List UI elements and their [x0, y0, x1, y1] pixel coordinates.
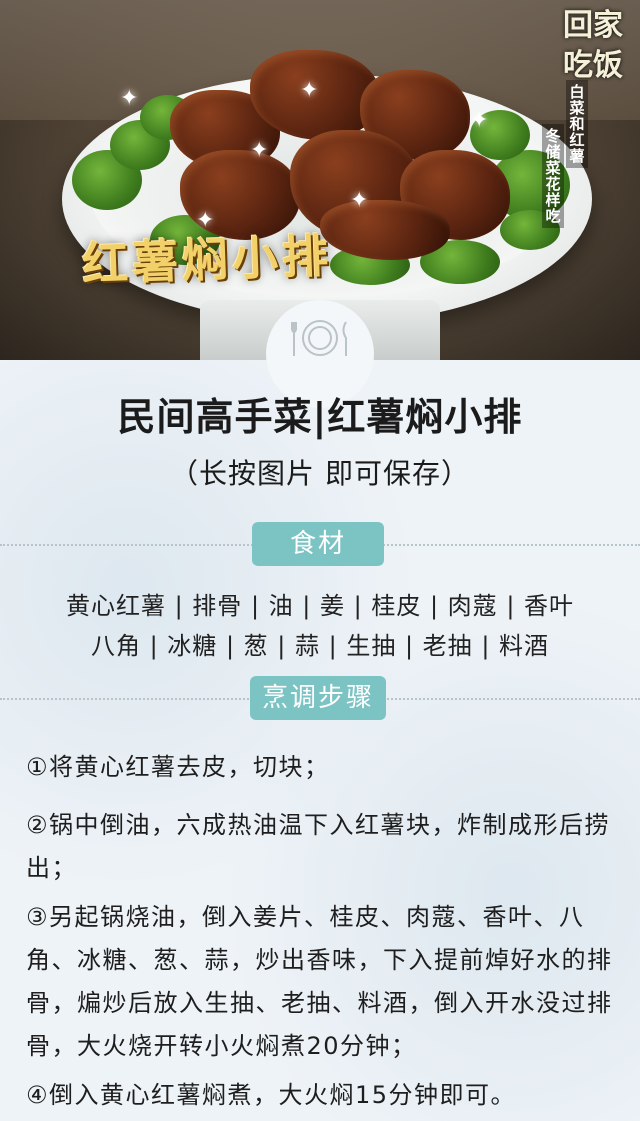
step-item: ④倒入黄心红薯焖煮，大火焖15分钟即可。 — [26, 1081, 517, 1109]
show-logo: 回家吃饭 — [563, 8, 623, 83]
step-item: ②锅中倒油，六成热油温下入红薯块，炸制成形后捞出； — [26, 811, 611, 882]
steps-label: 烹调步骤 — [250, 676, 386, 720]
dish-title-overlay: 红薯焖小排 — [81, 228, 333, 292]
save-hint: （长按图片 即可保存） — [170, 457, 470, 490]
ingredients-line: 黄心红薯 | 排骨 | 油 | 姜 | 桂皮 | 肉蔻 | 香叶 — [65, 592, 575, 620]
sparkle-icon: ✦ — [350, 188, 369, 213]
page-title: 民间高手菜|红薯焖小排 — [117, 395, 523, 439]
step-item: ①将黄心红薯去皮，切块； — [26, 753, 330, 781]
caption-vertical-left: 冬储菜花样吃 — [542, 124, 564, 228]
caption-vertical-right: 白菜和红薯 — [566, 80, 588, 168]
sparkle-icon: ✦ — [250, 138, 269, 163]
sparkle-icon: ✦ — [120, 86, 139, 111]
ingredients-label: 食材 — [252, 522, 384, 566]
sparkle-icon: ✦ — [470, 108, 489, 133]
sparkle-icon: ✦ — [300, 78, 319, 103]
fork-plate-knife-icon — [291, 320, 347, 356]
ingredients-line: 八角 | 冰糖 | 葱 | 蒜 | 生抽 | 老抽 | 料酒 — [90, 632, 550, 660]
step-item: ③另起锅烧油，倒入姜片、桂皮、肉蔻、香叶、八角、冰糖、葱、蒜，炒出香味，下入提前… — [26, 903, 613, 1060]
